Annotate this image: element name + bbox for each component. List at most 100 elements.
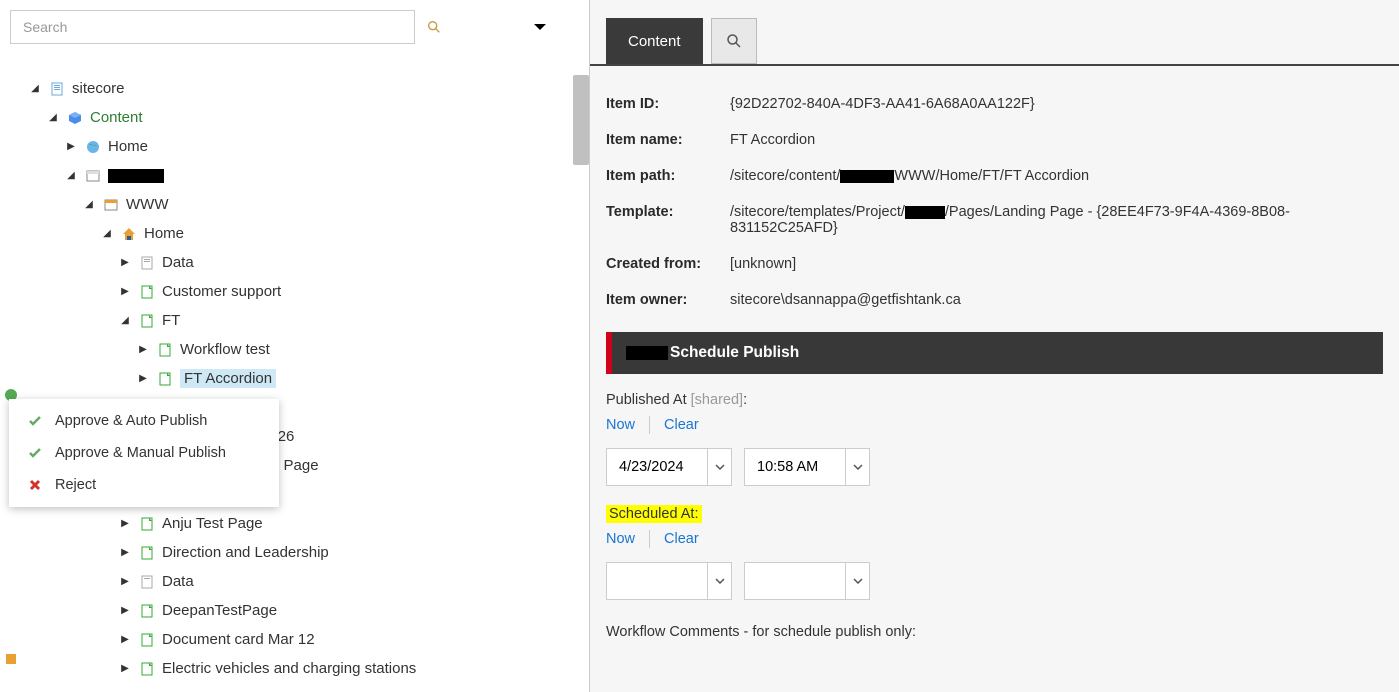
expand-icon[interactable]: ▶ (118, 634, 132, 645)
scheduled-at-label: Scheduled At: (606, 506, 1383, 522)
ctx-label: Approve & Auto Publish (55, 413, 207, 429)
expand-icon[interactable]: ▶ (64, 141, 78, 152)
date-picker[interactable] (606, 562, 732, 600)
tree-node-home[interactable]: ▶ Home (64, 132, 589, 161)
expand-icon[interactable]: ▶ (118, 547, 132, 558)
page-green-icon (138, 515, 156, 533)
collapse-icon[interactable]: ◢ (82, 199, 96, 210)
node-label: Anju Test Page (162, 515, 263, 532)
row-item-path: Item path: /sitecore/content/WWW/Home/FT… (606, 158, 1383, 194)
search-button[interactable] (421, 19, 446, 35)
expand-icon[interactable]: ▶ (118, 605, 132, 616)
time-input[interactable] (745, 563, 845, 599)
tree-node-content[interactable]: ◢ Content ▶ (46, 103, 589, 683)
tab-content[interactable]: Content (606, 18, 703, 64)
now-link[interactable]: Now (606, 531, 649, 547)
chevron-down-icon (715, 464, 725, 470)
chevron-down-icon (853, 578, 863, 584)
details-panel: Item ID: {92D22702-840A-4DF3-AA41-6A68A0… (590, 66, 1399, 692)
collapse-icon[interactable]: ◢ (46, 112, 60, 123)
clear-link[interactable]: Clear (650, 417, 713, 433)
collapse-icon[interactable]: ◢ (118, 315, 132, 326)
gutter-edit-icon[interactable] (4, 652, 18, 666)
tree-node-data[interactable]: ▶ Data (118, 248, 589, 277)
published-at-label: Published At [shared]: (606, 392, 1383, 408)
workflow-comments-label: Workflow Comments - for schedule publish… (606, 624, 1383, 640)
context-menu: Approve & Auto Publish Approve & Manual … (9, 399, 279, 507)
row-item-owner: Item owner: sitecore\dsannappa@getfishta… (606, 282, 1383, 318)
scheduled-at-inputs (606, 562, 1383, 600)
tree-node-anju[interactable]: ▶ Anju Test Page (118, 509, 589, 538)
search-wrap (10, 10, 415, 44)
tree-node-customer-support[interactable]: ▶ Customer support (118, 277, 589, 306)
node-label: Home (108, 138, 148, 155)
chevron-down-icon (715, 578, 725, 584)
value: {92D22702-840A-4DF3-AA41-6A68A0AA122F} (730, 96, 1035, 112)
expand-icon[interactable]: ▶ (118, 576, 132, 587)
date-dropdown[interactable] (707, 563, 731, 599)
node-label: Direction and Leadership (162, 544, 329, 561)
tree-node-data2[interactable]: ▶ Data (118, 567, 589, 596)
search-input[interactable] (11, 11, 414, 43)
tree-node-sitecore[interactable]: ◢ sitecore ◢ Content (28, 74, 589, 683)
clear-link[interactable]: Clear (650, 531, 713, 547)
page-icon (138, 254, 156, 272)
tab-search[interactable] (711, 18, 757, 64)
tab-bar: Content (590, 0, 1399, 66)
globe-icon (84, 138, 102, 156)
search-dropdown[interactable] (515, 23, 565, 31)
node-label: Workflow test (180, 341, 270, 358)
time-dropdown[interactable] (845, 563, 869, 599)
now-link[interactable]: Now (606, 417, 649, 433)
context-approve-manual[interactable]: Approve & Manual Publish (9, 437, 279, 469)
right-panel: Content Item ID: {92D22702-840A-4DF3-AA4… (590, 0, 1399, 692)
label: Item owner: (606, 292, 730, 308)
search-icon (426, 19, 442, 35)
time-picker[interactable] (744, 448, 870, 486)
lbl: Scheduled At: (606, 505, 702, 523)
collapse-icon[interactable]: ◢ (100, 228, 114, 239)
expand-icon[interactable]: ▶ (136, 373, 150, 384)
tree-node-ft-accordion[interactable]: ▶ FT Accordion (136, 364, 589, 393)
cube-icon (66, 109, 84, 127)
redacted (905, 206, 945, 219)
tpl-pre: /sitecore/templates/Project/ (730, 204, 905, 220)
collapse-icon[interactable]: ◢ (64, 170, 78, 181)
label: Created from: (606, 256, 730, 272)
expand-icon[interactable]: ▶ (118, 518, 132, 529)
colon: : (743, 392, 747, 408)
context-approve-auto[interactable]: Approve & Auto Publish (9, 405, 279, 437)
time-input[interactable] (745, 449, 845, 485)
context-reject[interactable]: Reject (9, 469, 279, 501)
page-green-icon (156, 370, 174, 388)
date-picker[interactable] (606, 448, 732, 486)
time-picker[interactable] (744, 562, 870, 600)
published-at-links: Now Clear (606, 416, 1383, 434)
collapse-icon[interactable]: ◢ (28, 83, 42, 94)
date-input[interactable] (607, 563, 707, 599)
expand-icon[interactable]: ▶ (118, 257, 132, 268)
date-dropdown[interactable] (707, 449, 731, 485)
page-green-icon (138, 283, 156, 301)
expand-icon[interactable]: ▶ (136, 344, 150, 355)
expand-icon[interactable]: ▶ (118, 286, 132, 297)
tree-node-workflow-test[interactable]: ▶ Workflow test (136, 335, 589, 364)
node-label: FT (162, 312, 180, 329)
tree-node-direction[interactable]: ▶ Direction and Leadership (118, 538, 589, 567)
node-label: Home (144, 225, 184, 242)
chevron-down-icon (533, 23, 547, 31)
node-label: Document card Mar 12 (162, 631, 315, 648)
section-schedule-publish[interactable]: Schedule Publish (606, 332, 1383, 374)
row-template: Template: /sitecore/templates/Project//P… (606, 194, 1383, 246)
tree-node-doc-card[interactable]: ▶ Document card Mar 12 (118, 625, 589, 654)
scrollbar[interactable] (573, 75, 589, 165)
page-green-icon (138, 312, 156, 330)
redacted-label (108, 169, 164, 183)
page-green-icon (156, 341, 174, 359)
tree-node-ev[interactable]: ▶ Electric vehicles and charging station… (118, 654, 589, 683)
time-dropdown[interactable] (845, 449, 869, 485)
expand-icon[interactable]: ▶ (118, 663, 132, 674)
label: Item ID: (606, 96, 730, 112)
date-input[interactable] (607, 449, 707, 485)
tree-node-deepan[interactable]: ▶ DeepanTestPage (118, 596, 589, 625)
